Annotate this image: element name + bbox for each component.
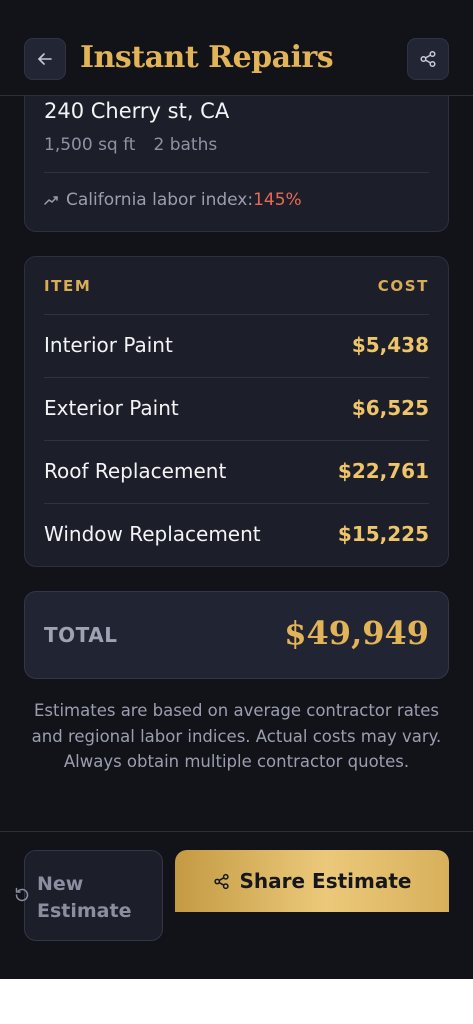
share-icon (420, 50, 436, 68)
table-header: ITEM COST (44, 277, 429, 301)
app-screen: 240 Cherry st, CA 1,500 sq ft 2 baths Cal… (0, 0, 473, 979)
item-cost: $22,761 (337, 459, 429, 483)
repair-items-table: ITEM COST Interior Paint $5,438 Exterior… (24, 256, 449, 567)
property-baths: 2 baths (153, 135, 218, 155)
labor-index-label: California labor index: (66, 190, 254, 210)
labor-index-value: 145% (253, 190, 302, 210)
item-cost: $5,438 (351, 333, 429, 357)
item-name: Interior Paint (44, 333, 173, 357)
back-button[interactable] (24, 38, 66, 80)
item-cost: $15,225 (337, 522, 429, 546)
table-row: Roof Replacement $22,761 (44, 440, 429, 503)
item-cost: $6,525 (351, 396, 429, 420)
property-sqft: 1,500 sq ft (44, 135, 136, 155)
new-estimate-label: New Estimate (37, 873, 132, 922)
share-button[interactable] (407, 38, 449, 80)
disclaimer-text: Estimates are based on average contracto… (31, 701, 442, 771)
item-name: Roof Replacement (44, 459, 227, 483)
action-footer: New Estimate Share Estimate (0, 831, 473, 979)
total-label: TOTAL (44, 623, 118, 647)
property-meta: 1,500 sq ft 2 baths (44, 135, 217, 155)
page-title: Instant Repairs (80, 40, 334, 75)
trending-up-icon (44, 196, 58, 205)
share-icon (213, 873, 229, 889)
table-body: Interior Paint $5,438 Exterior Paint $6,… (44, 314, 429, 566)
total-card: TOTAL $49,949 (24, 591, 449, 679)
labor-index: California labor index: 145% (44, 190, 302, 210)
new-estimate-button[interactable]: New Estimate (15, 850, 163, 941)
app-header: Instant Repairs (0, 0, 473, 96)
total-value: $49,949 (284, 614, 429, 652)
column-header-item: ITEM (44, 277, 92, 295)
column-header-cost: COST (377, 277, 429, 295)
divider (44, 172, 429, 173)
arrow-left-icon (38, 53, 52, 65)
item-name: Exterior Paint (44, 396, 179, 420)
share-estimate-label: Share Estimate (239, 869, 412, 893)
property-address: 240 Cherry st, CA (44, 99, 230, 123)
table-row: Exterior Paint $6,525 (44, 377, 429, 440)
item-name: Window Replacement (44, 522, 261, 546)
share-estimate-button[interactable]: Share Estimate (175, 850, 449, 912)
refresh-icon (15, 887, 29, 902)
table-row: Window Replacement $15,225 (44, 503, 429, 566)
table-row: Interior Paint $5,438 (44, 314, 429, 377)
